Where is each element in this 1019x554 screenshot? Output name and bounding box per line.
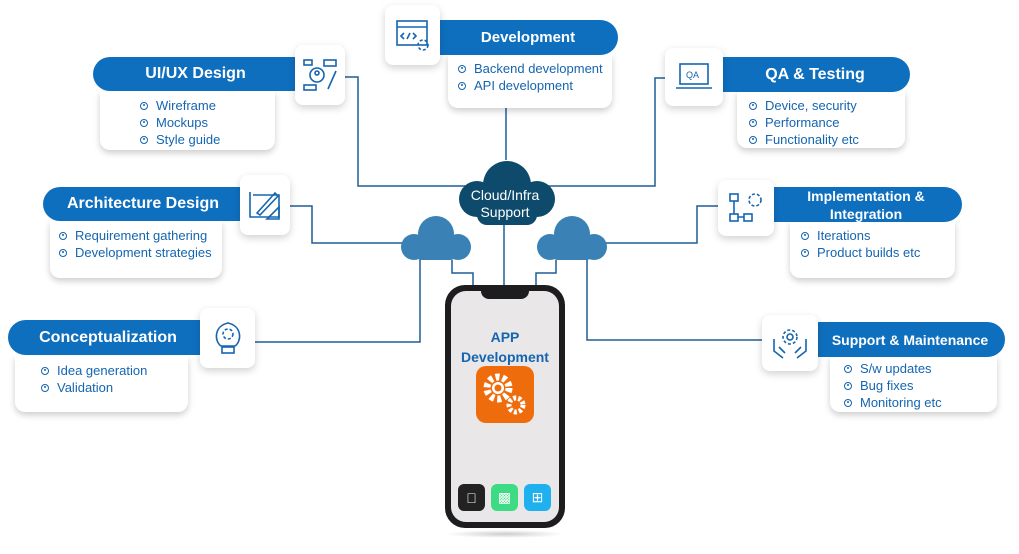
architecture-body: Requirement gathering Development strate… [50,221,222,278]
bullet-icon [801,231,809,240]
list-item: Mockups [140,114,275,131]
windows-icon: ⊞ [524,484,551,511]
qa-banner: QA & Testing [720,57,910,92]
support-banner: Support & Maintenance [815,322,1005,357]
bullet-icon [59,248,67,257]
conceptualization-banner: Conceptualization [8,320,208,355]
list-item: Backend development [458,60,612,77]
app-title: APP Development [461,329,549,365]
uiux-body: Wireframe Mockups Style guide [100,91,275,150]
bullet-icon [458,64,466,73]
list-item: Development strategies [59,244,222,261]
bullet-icon [844,364,852,373]
android-icon: ▩ [491,484,518,511]
architecture-banner: Architecture Design [43,187,243,221]
cloud-left [401,216,471,260]
list-item: Idea generation [41,362,188,379]
list-item: Monitoring etc [844,394,997,411]
list-item: Device, security [749,97,905,114]
list-item: Validation [41,379,188,396]
list-item: Product builds etc [801,244,955,261]
implementation-banner: Implementation & Integration [770,187,962,222]
phone-notch [481,291,529,299]
bullet-icon [140,118,148,127]
phone-mockup: APP Development  ▩ ⊞ [445,285,565,528]
hands-gear-icon [762,315,818,371]
list-item: S/w updates [844,360,997,377]
development-body: Backend development API development [448,54,612,108]
development-banner: Development [438,20,618,55]
code-window-icon [385,5,440,65]
qa-body: Device, security Performance Functionali… [737,91,905,148]
bullet-icon [749,101,757,110]
bullet-icon [59,231,67,240]
phone-shadow [445,530,565,538]
cloud-infra-label: Cloud/Infra Support [470,187,540,220]
list-item: Performance [749,114,905,131]
bullet-icon [458,81,466,90]
bullet-icon [749,118,757,127]
phone-screen: APP Development  ▩ ⊞ [451,291,559,522]
bullet-icon [749,135,757,144]
list-item: Style guide [140,131,275,148]
list-item: Functionality etc [749,131,905,148]
list-item: API development [458,77,612,94]
bullet-icon [844,381,852,390]
line-conceptualization [255,258,421,343]
bullet-icon [140,101,148,110]
line-implementation [605,205,718,244]
bullet-icon [844,398,852,407]
apple-icon:  [458,484,485,511]
list-item: Requirement gathering [59,227,222,244]
list-item: Iterations [801,227,955,244]
bullet-icon [801,248,809,257]
blueprint-icon [240,175,290,235]
bullet-icon [140,135,148,144]
conceptualization-body: Idea generation Validation [15,356,188,412]
line-support [586,258,762,341]
implementation-body: Iterations Product builds etc [790,221,955,278]
svg-text:QA: QA [686,70,699,80]
ui-design-icon [295,45,345,105]
uiux-banner: UI/UX Design [93,57,298,91]
list-item: Bug fixes [844,377,997,394]
qa-laptop-icon: QA [665,48,723,106]
flowchart-gear-icon [718,180,774,236]
gears-icon [476,366,534,423]
list-item: Wireframe [140,97,275,114]
bullet-icon [41,366,49,375]
support-body: S/w updates Bug fixes Monitoring etc [830,356,997,412]
lightbulb-gear-icon [200,308,255,368]
cloud-right [537,216,607,260]
bullet-icon [41,383,49,392]
line-architecture [290,205,405,244]
